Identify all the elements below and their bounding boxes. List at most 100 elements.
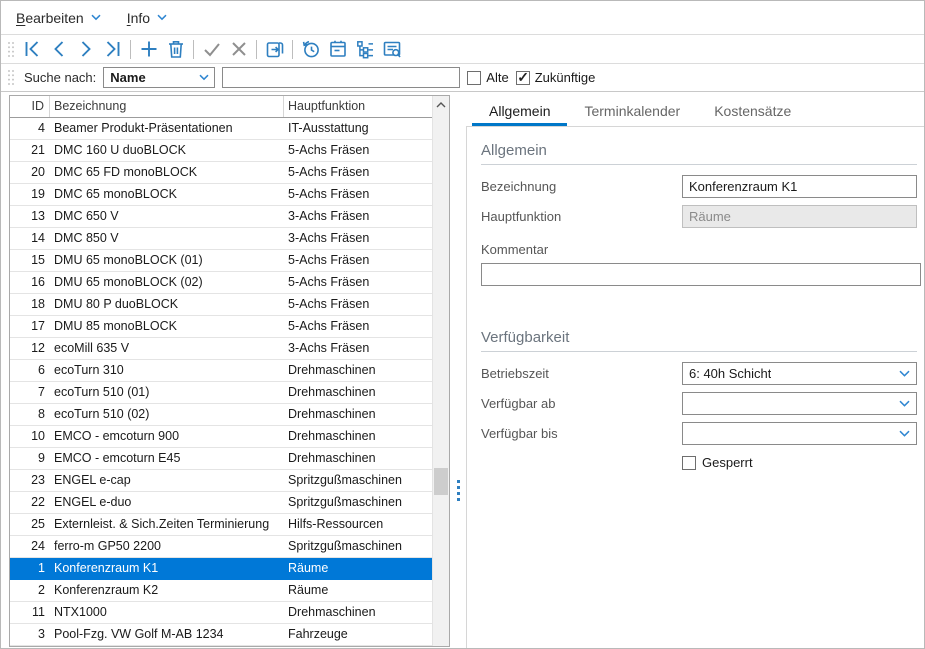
verfuegbar-bis-select[interactable]: [682, 422, 917, 445]
column-header-hauptfunktion[interactable]: Hauptfunktion: [284, 96, 432, 117]
cell-id: 19: [10, 184, 50, 205]
menu-info-label: Info: [127, 10, 150, 26]
add-button[interactable]: [135, 37, 162, 62]
nav-first-button[interactable]: [18, 37, 45, 62]
tab-terminkalender[interactable]: Terminkalender: [567, 95, 697, 126]
betriebszeit-select[interactable]: 6: 40h Schicht: [682, 362, 917, 385]
table-row[interactable]: 2Konferenzraum K2Räume: [10, 580, 449, 602]
verfuegbar-ab-select[interactable]: [682, 392, 917, 415]
cell-hauptfunktion: Drehmaschinen: [284, 448, 432, 469]
column-header-bezeichnung[interactable]: Bezeichnung: [50, 96, 284, 117]
betriebszeit-label: Betriebszeit: [481, 366, 682, 381]
cancel-button[interactable]: [225, 37, 252, 62]
resource-table: ID Bezeichnung Hauptfunktion 4Beamer Pro…: [9, 95, 450, 647]
cell-id: 10: [10, 426, 50, 447]
cell-id: 20: [10, 162, 50, 183]
tab-kostensaetze[interactable]: Kostensätze: [697, 95, 808, 126]
checkbox-zukuenftige-box[interactable]: [516, 71, 530, 85]
main-area: ID Bezeichnung Hauptfunktion 4Beamer Pro…: [1, 92, 924, 648]
field-betriebszeit: Betriebszeit 6: 40h Schicht: [481, 362, 917, 385]
delete-button[interactable]: [162, 37, 189, 62]
table-row[interactable]: 7ecoTurn 510 (01)Drehmaschinen: [10, 382, 449, 404]
table-row[interactable]: 8ecoTurn 510 (02)Drehmaschinen: [10, 404, 449, 426]
nav-next-button[interactable]: [72, 37, 99, 62]
cell-hauptfunktion: 5-Achs Fräsen: [284, 250, 432, 271]
confirm-button[interactable]: [198, 37, 225, 62]
cell-id: 8: [10, 404, 50, 425]
menu-info[interactable]: Info: [127, 10, 167, 26]
kommentar-input[interactable]: [481, 263, 921, 286]
cell-id: 25: [10, 514, 50, 535]
nav-last-button[interactable]: [99, 37, 126, 62]
field-verfuegbar-bis: Verfügbar bis: [481, 422, 917, 445]
table-row[interactable]: 4Beamer Produkt-PräsentationenIT-Ausstat…: [10, 118, 449, 140]
cell-hauptfunktion: 5-Achs Fräsen: [284, 316, 432, 337]
cell-hauptfunktion: Fahrzeuge: [284, 624, 432, 645]
cell-hauptfunktion: Drehmaschinen: [284, 382, 432, 403]
cell-hauptfunktion: Drehmaschinen: [284, 602, 432, 623]
table-header: ID Bezeichnung Hauptfunktion: [10, 96, 449, 118]
search-field-select[interactable]: Name: [103, 67, 215, 88]
checkbox-alte[interactable]: Alte: [467, 70, 508, 85]
table-row[interactable]: 16DMU 65 monoBLOCK (02)5-Achs Fräsen: [10, 272, 449, 294]
table-row[interactable]: 17DMU 85 monoBLOCK5-Achs Fräsen: [10, 316, 449, 338]
calendar-history-button[interactable]: [297, 37, 324, 62]
table-row[interactable]: 18DMU 80 P duoBLOCK5-Achs Fräsen: [10, 294, 449, 316]
table-row[interactable]: 1Konferenzraum K1Räume: [10, 558, 449, 580]
tab-allgemein[interactable]: Allgemein: [472, 95, 567, 126]
scrollbar-thumb[interactable]: [434, 468, 448, 495]
searchbar-grip-handle[interactable]: [7, 69, 15, 86]
section-title-allgemein: Allgemein: [481, 142, 917, 159]
table-row[interactable]: 25Externleist. & Sich.Zeiten Terminierun…: [10, 514, 449, 536]
table-row[interactable]: 20DMC 65 FD monoBLOCK5-Achs Fräsen: [10, 162, 449, 184]
checkbox-gesperrt-box[interactable]: [682, 456, 696, 470]
table-row[interactable]: 15DMU 65 monoBLOCK (01)5-Achs Fräsen: [10, 250, 449, 272]
cell-bezeichnung: DMC 160 U duoBLOCK: [50, 140, 284, 161]
cell-bezeichnung: Pool-Fzg. VW Golf M-AB 1234: [50, 624, 284, 645]
cell-id: 24: [10, 536, 50, 557]
chevron-down-icon: [899, 370, 910, 377]
column-header-id[interactable]: ID: [10, 96, 50, 117]
table-row[interactable]: 6ecoTurn 310Drehmaschinen: [10, 360, 449, 382]
tree-view-button[interactable]: [351, 37, 378, 62]
nav-previous-button[interactable]: [45, 37, 72, 62]
cell-hauptfunktion: 3-Achs Fräsen: [284, 228, 432, 249]
table-row[interactable]: 13DMC 650 V3-Achs Fräsen: [10, 206, 449, 228]
certificate-search-button[interactable]: [378, 37, 405, 62]
cell-id: 11: [10, 602, 50, 623]
table-row[interactable]: 21DMC 160 U duoBLOCK5-Achs Fräsen: [10, 140, 449, 162]
table-row[interactable]: 19DMC 65 monoBLOCK5-Achs Fräsen: [10, 184, 449, 206]
scrollbar-up-arrow-icon[interactable]: [433, 96, 449, 113]
table-row[interactable]: 12ecoMill 635 V3-Achs Fräsen: [10, 338, 449, 360]
cell-bezeichnung: DMU 65 monoBLOCK (01): [50, 250, 284, 271]
checkbox-zukuenftige[interactable]: Zukünftige: [516, 70, 596, 85]
cell-bezeichnung: ecoMill 635 V: [50, 338, 284, 359]
cell-bezeichnung: DMC 650 V: [50, 206, 284, 227]
cell-hauptfunktion: Spritzgußmaschinen: [284, 470, 432, 491]
table-row[interactable]: 23ENGEL e-capSpritzgußmaschinen: [10, 470, 449, 492]
chevron-down-icon: [91, 14, 101, 21]
section-divider: [481, 351, 917, 352]
cell-id: 18: [10, 294, 50, 315]
table-scrollbar[interactable]: [432, 96, 449, 646]
table-row[interactable]: 10EMCO - emcoturn 900Drehmaschinen: [10, 426, 449, 448]
bezeichnung-input[interactable]: [682, 175, 917, 198]
transfer-copy-button[interactable]: [261, 37, 288, 62]
table-row[interactable]: 24ferro-m GP50 2200Spritzgußmaschinen: [10, 536, 449, 558]
table-row[interactable]: 9EMCO - emcoturn E45Drehmaschinen: [10, 448, 449, 470]
menu-bearbeiten[interactable]: Bearbeiten: [16, 10, 101, 26]
gesperrt-label: Gesperrt: [702, 455, 753, 470]
checkbox-alte-box[interactable]: [467, 71, 481, 85]
cell-hauptfunktion: 5-Achs Fräsen: [284, 140, 432, 161]
planning-board-button[interactable]: [324, 37, 351, 62]
search-input[interactable]: [222, 67, 460, 88]
cell-id: 6: [10, 360, 50, 381]
splitter-handle[interactable]: [450, 92, 466, 648]
table-row[interactable]: 14DMC 850 V3-Achs Fräsen: [10, 228, 449, 250]
cell-hauptfunktion: IT-Ausstattung: [284, 118, 432, 139]
table-row[interactable]: 22ENGEL e-duoSpritzgußmaschinen: [10, 492, 449, 514]
toolbar-grip-handle[interactable]: [7, 41, 15, 58]
table-row[interactable]: 11NTX1000Drehmaschinen: [10, 602, 449, 624]
table-row[interactable]: 3Pool-Fzg. VW Golf M-AB 1234Fahrzeuge: [10, 624, 449, 646]
cell-id: 13: [10, 206, 50, 227]
